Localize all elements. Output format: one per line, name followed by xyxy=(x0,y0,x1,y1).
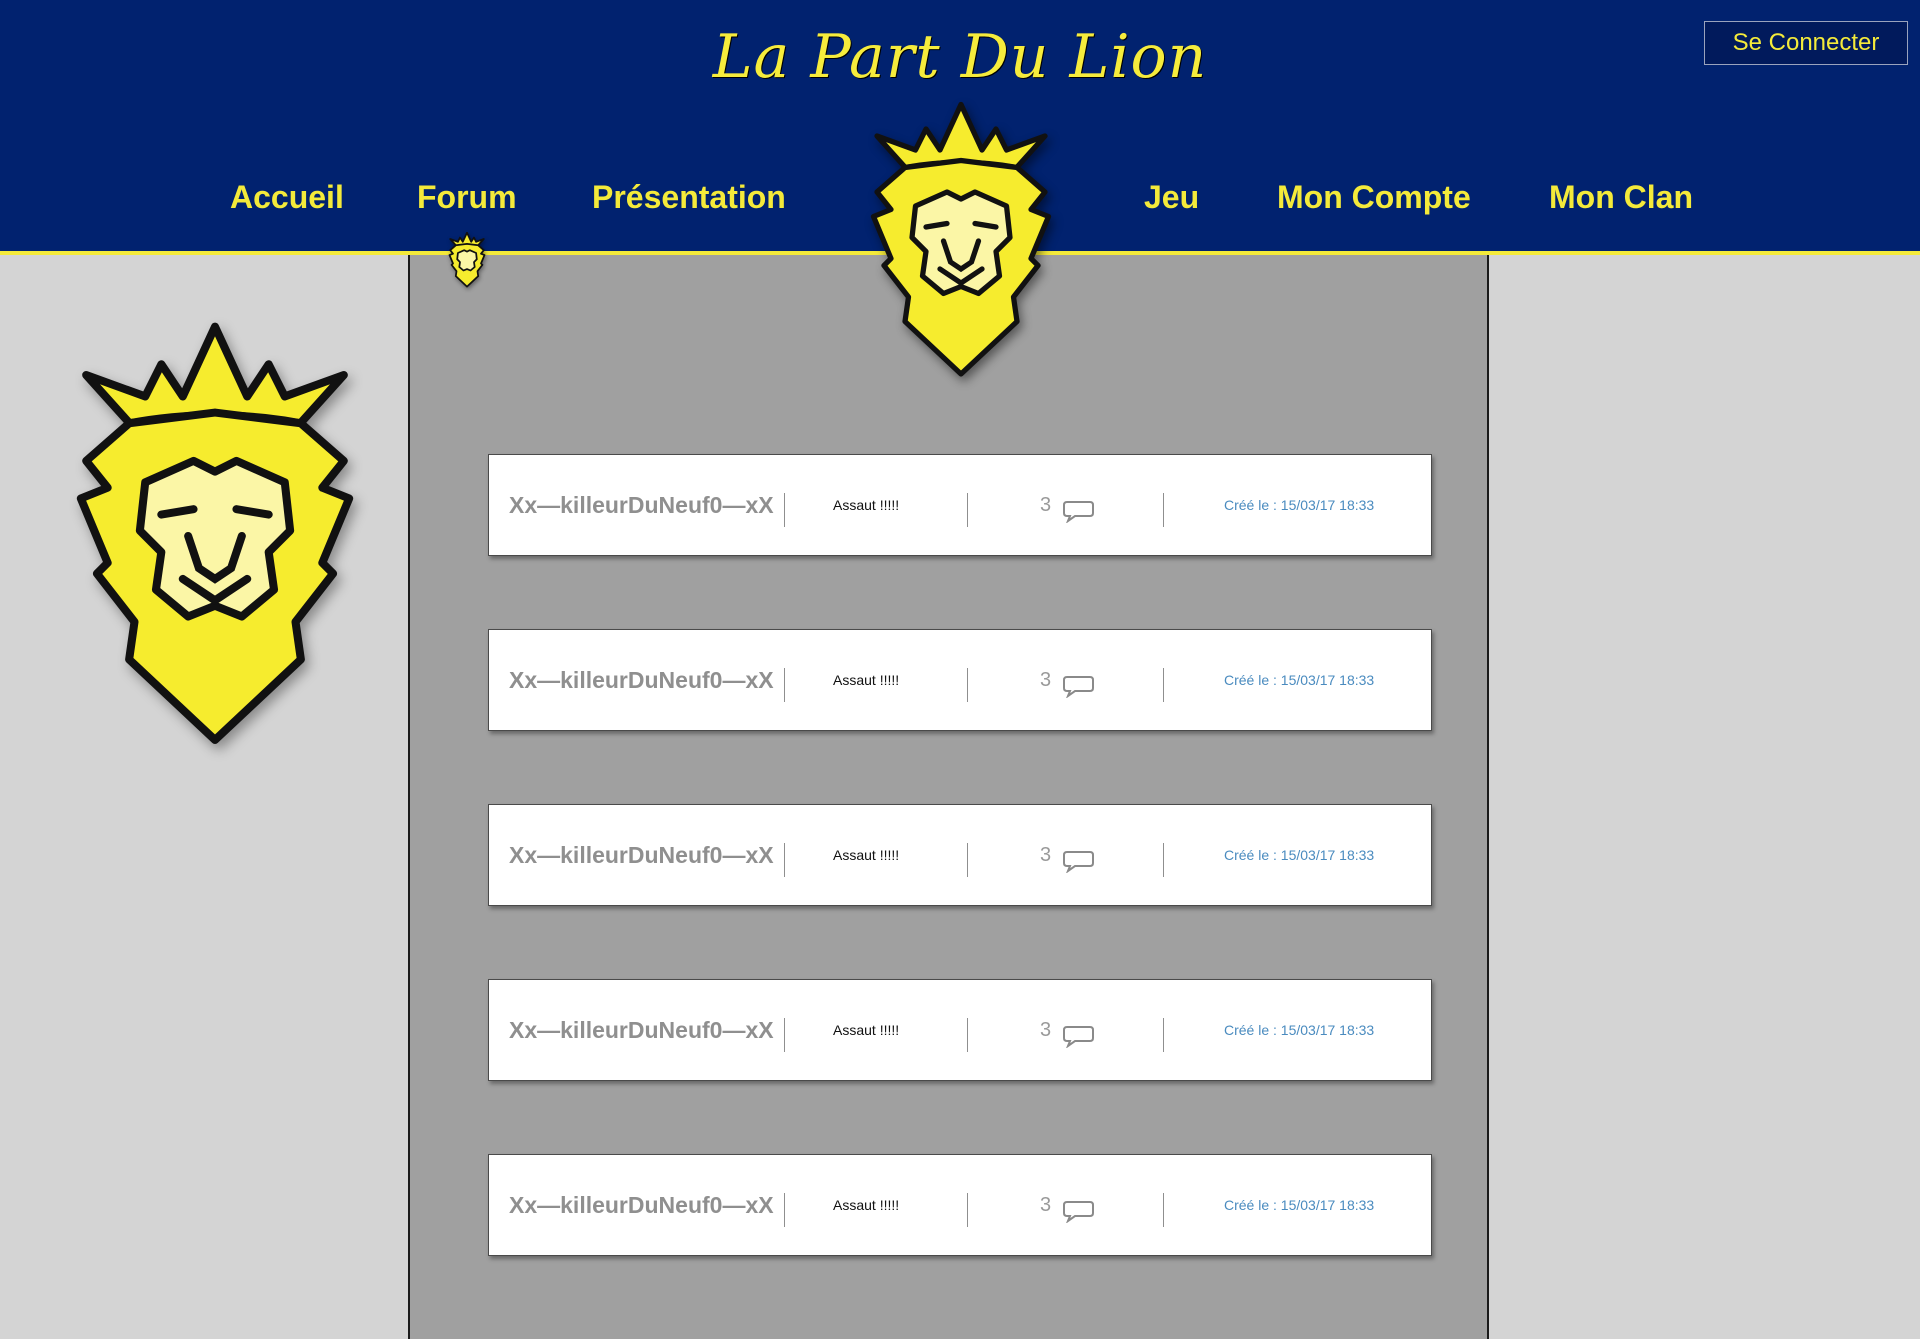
topic-row[interactable]: Xx—killeurDuNeuf0—xX Assaut !!!!! 3 Créé… xyxy=(488,629,1432,731)
comment-count: 3 xyxy=(1040,844,1052,866)
nav-item-forum[interactable]: Forum xyxy=(417,175,517,219)
topic-author[interactable]: Xx—killeurDuNeuf0—xX xyxy=(509,1155,774,1255)
divider xyxy=(1163,843,1164,877)
topic-date: Créé le : 15/03/17 18:33 xyxy=(1224,1022,1375,1038)
nav-item-presentation[interactable]: Présentation xyxy=(592,175,786,219)
divider xyxy=(967,1193,968,1227)
speech-bubble-icon xyxy=(1063,1026,1094,1048)
small-lion-crest-icon xyxy=(448,232,486,288)
divider xyxy=(967,1018,968,1052)
divider xyxy=(1163,1018,1164,1052)
divider xyxy=(967,493,968,527)
nav-item-mon-clan[interactable]: Mon Clan xyxy=(1549,175,1693,219)
topic-row[interactable]: Xx—killeurDuNeuf0—xX Assaut !!!!! 3 Créé… xyxy=(488,1154,1432,1256)
topic-date: Créé le : 15/03/17 18:33 xyxy=(1224,497,1375,513)
comment-count: 3 xyxy=(1040,1194,1052,1216)
divider xyxy=(784,493,785,527)
nav-item-mon-compte[interactable]: Mon Compte xyxy=(1277,175,1471,219)
speech-bubble-icon xyxy=(1063,851,1094,873)
page: La Part Du Lion Se Connecter Accueil For… xyxy=(0,0,1920,1339)
topic-row[interactable]: Xx—killeurDuNeuf0—xX Assaut !!!!! 3 Créé… xyxy=(488,979,1432,1081)
center-lion-crest-icon[interactable] xyxy=(856,100,1066,382)
login-button[interactable]: Se Connecter xyxy=(1704,21,1908,65)
topic-author[interactable]: Xx—killeurDuNeuf0—xX xyxy=(509,805,774,905)
nav-item-jeu[interactable]: Jeu xyxy=(1144,175,1199,219)
divider xyxy=(967,668,968,702)
topic-title[interactable]: Assaut !!!!! xyxy=(833,455,899,555)
speech-bubble-icon xyxy=(1063,676,1094,698)
topic-author[interactable]: Xx—killeurDuNeuf0—xX xyxy=(509,455,774,555)
comment-count: 3 xyxy=(1040,1019,1052,1041)
lion-crest-logo-icon xyxy=(76,322,354,744)
topic-row[interactable]: Xx—killeurDuNeuf0—xX Assaut !!!!! 3 Créé… xyxy=(488,804,1432,906)
divider xyxy=(784,1193,785,1227)
divider xyxy=(784,1018,785,1052)
comment-count: 3 xyxy=(1040,494,1052,516)
nav-item-accueil[interactable]: Accueil xyxy=(230,175,344,219)
topic-title[interactable]: Assaut !!!!! xyxy=(833,1155,899,1255)
comment-count: 3 xyxy=(1040,669,1052,691)
topic-date: Créé le : 15/03/17 18:33 xyxy=(1224,847,1375,863)
divider xyxy=(1163,493,1164,527)
topic-title[interactable]: Assaut !!!!! xyxy=(833,980,899,1080)
site-brand[interactable]: La Part Du Lion xyxy=(0,22,1920,92)
speech-bubble-icon xyxy=(1063,501,1094,523)
divider xyxy=(784,668,785,702)
topic-title[interactable]: Assaut !!!!! xyxy=(833,630,899,730)
divider xyxy=(967,843,968,877)
speech-bubble-icon xyxy=(1063,1201,1094,1223)
divider xyxy=(1163,1193,1164,1227)
topic-date: Créé le : 15/03/17 18:33 xyxy=(1224,1197,1375,1213)
divider xyxy=(1163,668,1164,702)
divider xyxy=(784,843,785,877)
topic-date: Créé le : 15/03/17 18:33 xyxy=(1224,672,1375,688)
topic-author[interactable]: Xx—killeurDuNeuf0—xX xyxy=(509,980,774,1080)
topic-row[interactable]: Xx—killeurDuNeuf0—xX Assaut !!!!! 3 Créé… xyxy=(488,454,1432,556)
topic-author[interactable]: Xx—killeurDuNeuf0—xX xyxy=(509,630,774,730)
topic-title[interactable]: Assaut !!!!! xyxy=(833,805,899,905)
